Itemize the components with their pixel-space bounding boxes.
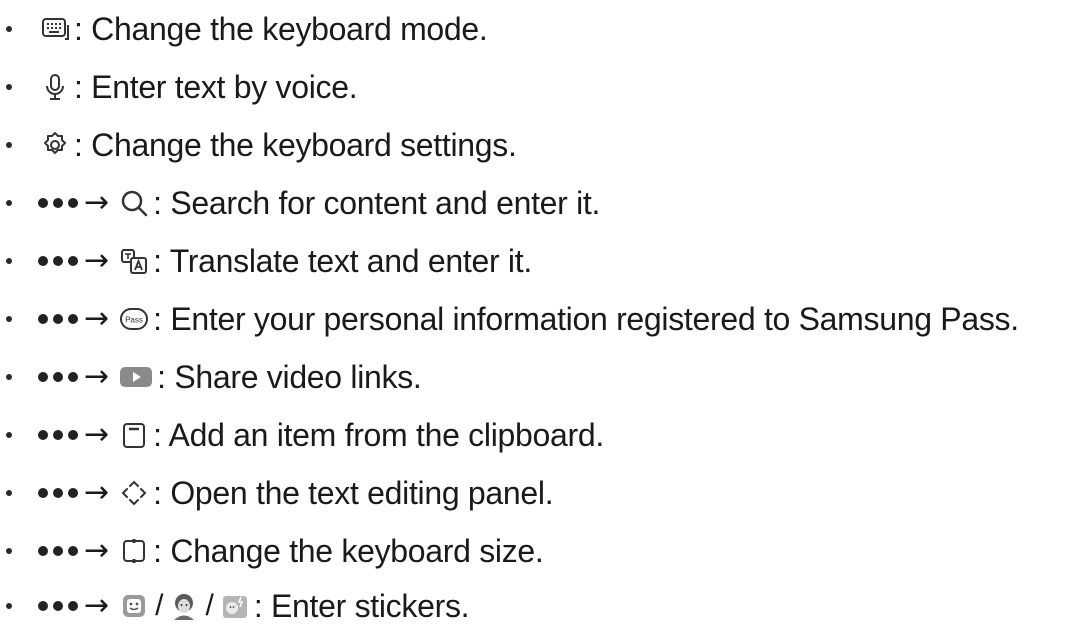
samsung-pass-icon: Pass bbox=[117, 302, 151, 336]
bullet bbox=[6, 490, 12, 496]
more-options-icon bbox=[38, 430, 78, 440]
list-item: → : Open the text editing panel. bbox=[0, 464, 554, 522]
item-text: : Enter your personal information regist… bbox=[153, 300, 1019, 337]
bullet bbox=[6, 603, 12, 609]
item-text: : Search for content and enter it. bbox=[153, 184, 601, 221]
arrow: → bbox=[84, 301, 110, 336]
bullet bbox=[6, 548, 12, 554]
list-item: : Change the keyboard mode. bbox=[0, 0, 488, 58]
keyboard-mode-icon bbox=[38, 12, 72, 46]
list-item: → Pass : Enter your personal information… bbox=[0, 290, 1019, 348]
list-item: → : Change the keyboard size. bbox=[0, 522, 544, 580]
bullet bbox=[6, 200, 12, 206]
item-text: : Add an item from the clipboard. bbox=[153, 416, 604, 453]
item-text: : Change the keyboard mode. bbox=[74, 10, 488, 47]
arrow: → bbox=[84, 243, 110, 278]
separator: / bbox=[155, 589, 164, 622]
item-text: : Share video links. bbox=[157, 358, 422, 395]
item-text: : Open the text editing panel. bbox=[153, 474, 554, 511]
keyboard-size-icon bbox=[117, 534, 151, 568]
bitmoji-icon bbox=[218, 589, 252, 623]
bullet bbox=[6, 26, 12, 32]
microphone-icon bbox=[38, 70, 72, 104]
list-item: : Change the keyboard settings. bbox=[0, 116, 517, 174]
arrow: → bbox=[84, 417, 110, 452]
list-item: → : Add an item from the clipboard. bbox=[0, 406, 604, 464]
arrow: → bbox=[84, 588, 110, 623]
item-text: : Enter text by voice. bbox=[74, 68, 358, 105]
bullet bbox=[6, 84, 12, 90]
bullet bbox=[6, 142, 12, 148]
more-options-icon bbox=[38, 488, 78, 498]
pass-label: Pass bbox=[125, 316, 143, 325]
list-item: : Enter text by voice. bbox=[0, 58, 358, 116]
arrow: → bbox=[84, 185, 110, 220]
clipboard-icon bbox=[117, 418, 151, 452]
item-text: : Translate text and enter it. bbox=[153, 242, 532, 279]
ar-emoji-icon bbox=[167, 589, 201, 623]
bullet bbox=[6, 316, 12, 322]
arrow: → bbox=[84, 359, 110, 394]
more-options-icon bbox=[38, 601, 78, 611]
list-item: → : Translate text and enter it. bbox=[0, 232, 532, 290]
bullet bbox=[6, 374, 12, 380]
translate-icon bbox=[117, 244, 151, 278]
item-text: : Change the keyboard size. bbox=[153, 532, 544, 569]
item-text: : Change the keyboard settings. bbox=[74, 126, 517, 163]
more-options-icon bbox=[38, 198, 78, 208]
video-play-icon bbox=[117, 360, 155, 394]
more-options-icon bbox=[38, 256, 78, 266]
more-options-icon bbox=[38, 314, 78, 324]
more-options-icon bbox=[38, 372, 78, 382]
search-icon bbox=[117, 186, 151, 220]
bullet bbox=[6, 432, 12, 438]
list-item: → / / : Enter stickers. bbox=[0, 577, 470, 635]
list-item: → : Share video links. bbox=[0, 348, 422, 406]
bullet bbox=[6, 258, 12, 264]
sticker-icon bbox=[117, 589, 151, 623]
separator: / bbox=[205, 589, 214, 622]
text-editing-icon bbox=[117, 476, 151, 510]
arrow: → bbox=[84, 475, 110, 510]
item-text: : Enter stickers. bbox=[253, 587, 470, 624]
more-options-icon bbox=[38, 546, 78, 556]
gear-icon bbox=[38, 128, 72, 162]
arrow: → bbox=[84, 533, 110, 568]
list-item: → : Search for content and enter it. bbox=[0, 174, 600, 232]
keyboard-options-list: : Change the keyboard mode. : Enter text… bbox=[0, 0, 1082, 635]
